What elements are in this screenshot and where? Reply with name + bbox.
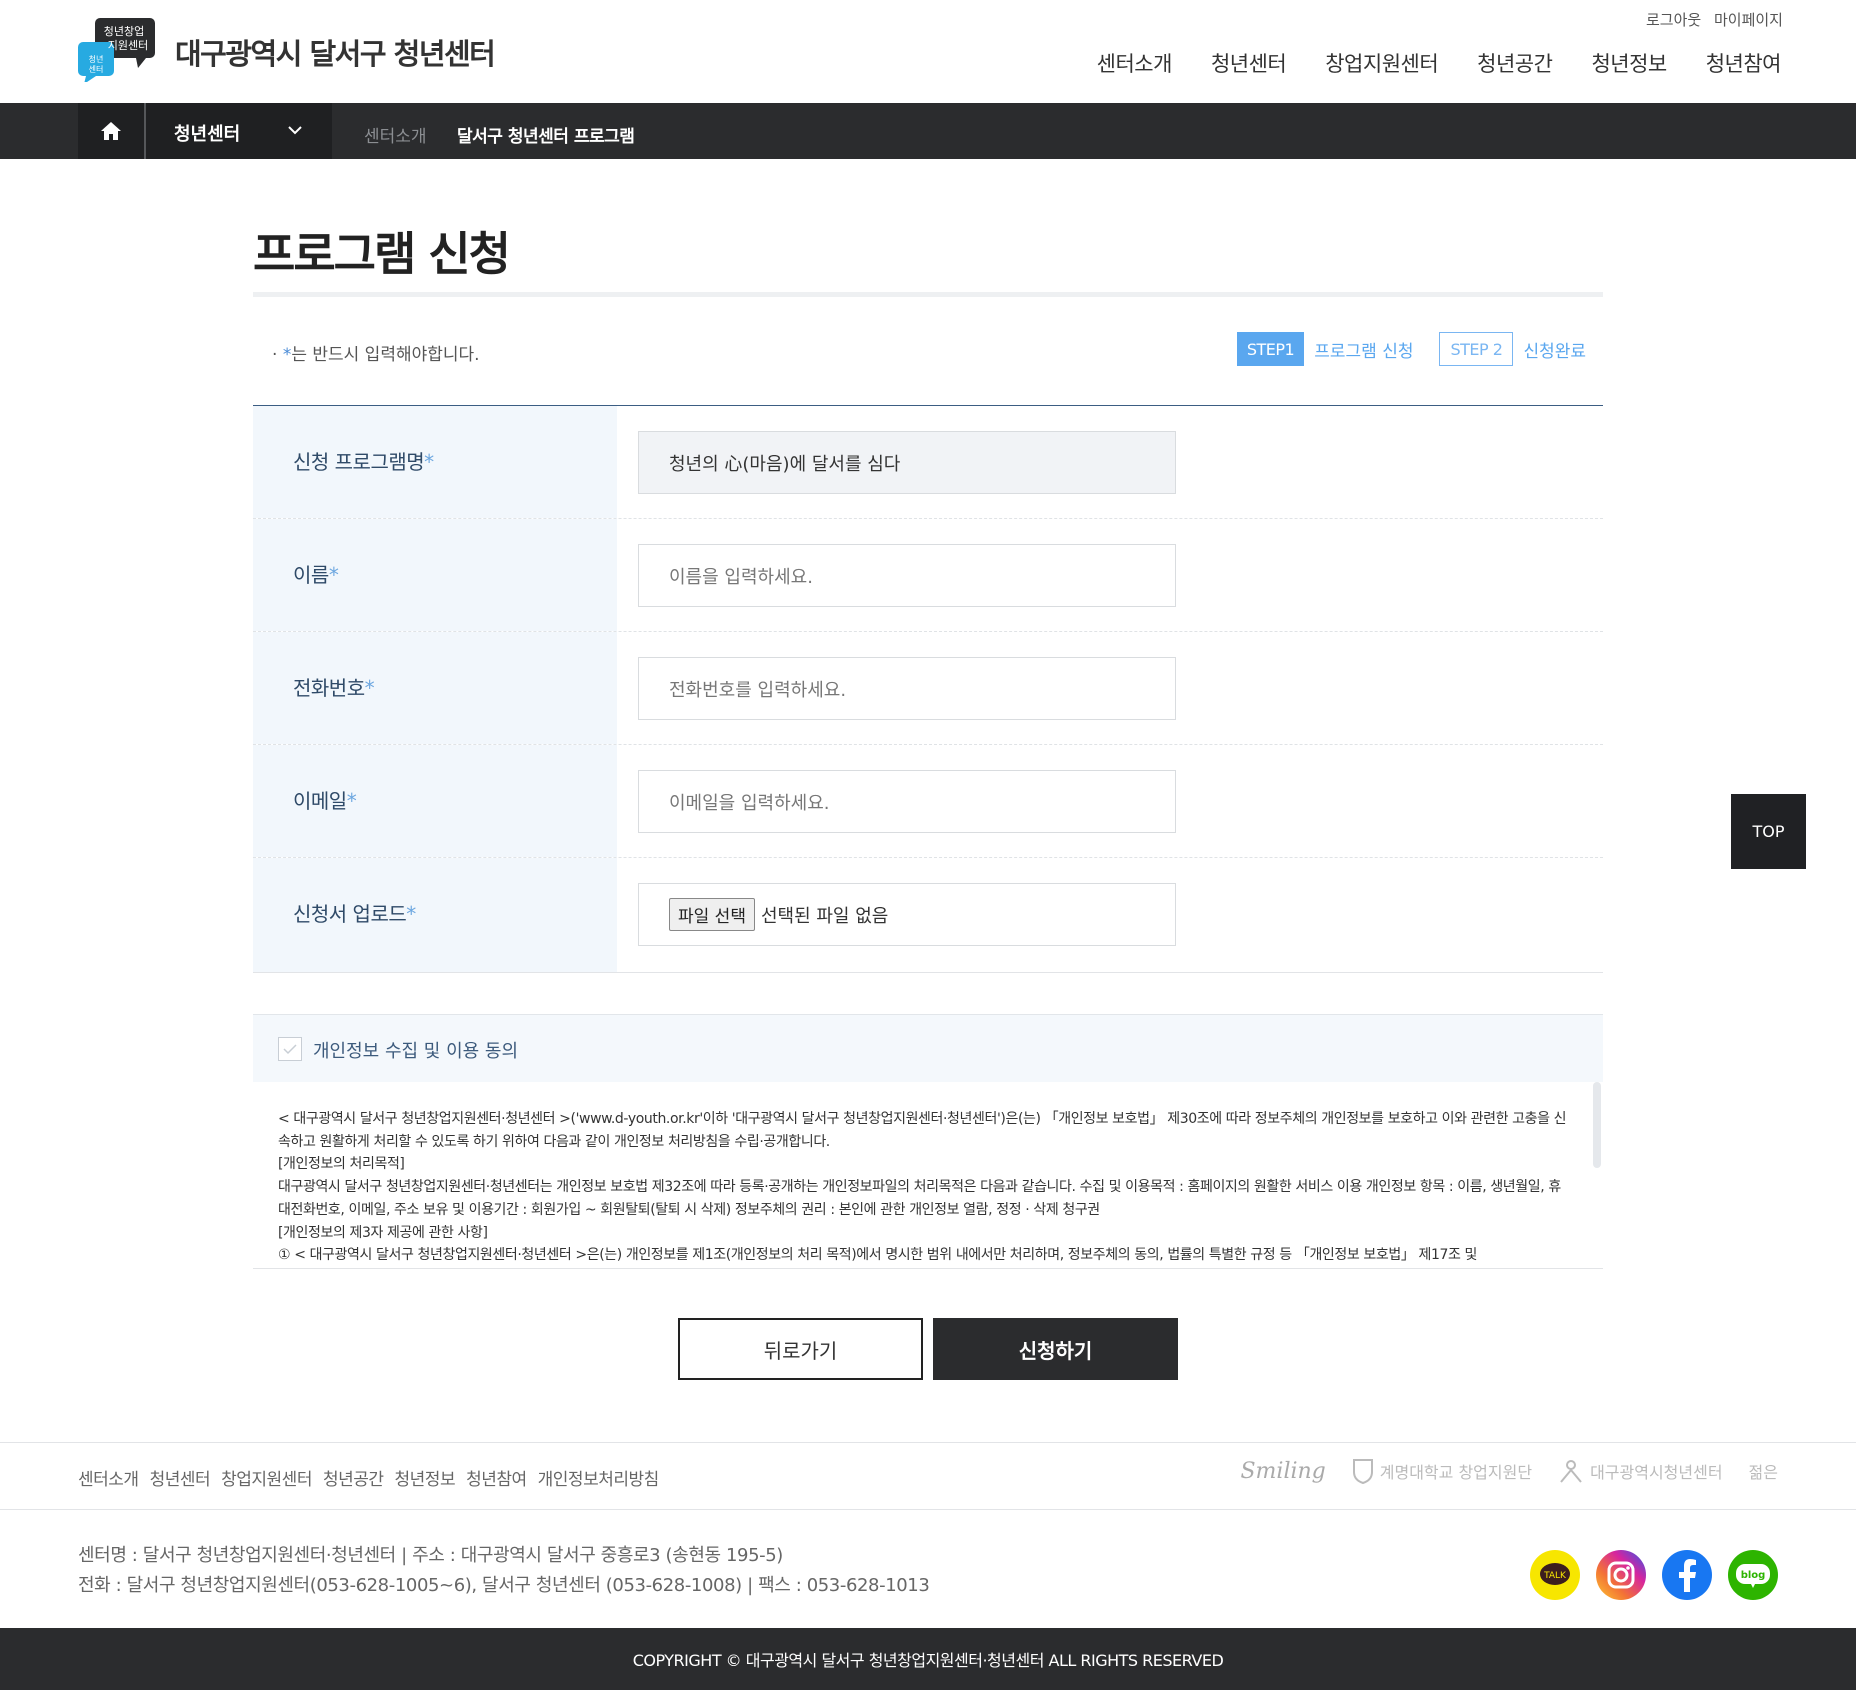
sns-links: TALK blog xyxy=(1530,1550,1778,1600)
footer-link[interactable]: 창업지원센터 xyxy=(221,1465,312,1490)
file-status: 선택된 파일 없음 xyxy=(760,905,889,927)
mypage-link[interactable]: 마이페이지 xyxy=(1714,11,1783,29)
page-title: 프로그램 신청 xyxy=(253,227,511,281)
privacy-consent-bar: 개인정보 수집 및 이용 동의 xyxy=(253,1014,1603,1082)
home-button[interactable] xyxy=(78,103,144,159)
footer-link-privacy[interactable]: 개인정보처리방침 xyxy=(538,1465,660,1490)
program-name-field: 청년의 心(마음)에 달서를 심다 xyxy=(638,431,1176,494)
partner-daegu-youth-logo[interactable]: 대구광역시청년센터 xyxy=(1558,1458,1723,1484)
partner-young-logo[interactable]: 젊은 xyxy=(1749,1459,1778,1483)
footer-link[interactable]: 청년센터 xyxy=(150,1465,211,1490)
application-form: 신청 프로그램명* 청년의 心(마음)에 달서를 심다 이름* 이름을 입력하세… xyxy=(253,405,1603,973)
site-title[interactable]: 대구광역시 달서구 청년센터 xyxy=(175,31,496,73)
kakaotalk-icon[interactable]: TALK xyxy=(1530,1550,1580,1600)
footer-link[interactable]: 청년공간 xyxy=(323,1465,384,1490)
footer-divider xyxy=(0,1509,1856,1510)
main-nav: 센터소개 청년센터 창업지원센터 청년공간 청년정보 청년참여 xyxy=(1097,48,1782,78)
footer-link[interactable]: 청년정보 xyxy=(395,1465,456,1490)
program-name-label: 신청 프로그램명* xyxy=(253,406,617,518)
email-input[interactable]: 이메일을 입력하세요. xyxy=(638,770,1176,833)
nav-item-youth-participation[interactable]: 청년참여 xyxy=(1706,48,1782,78)
svg-text:지원센터: 지원센터 xyxy=(108,39,148,52)
title-divider xyxy=(253,292,1603,297)
footer-links: 센터소개 청년센터 창업지원센터 청년공간 청년정보 청년참여 개인정보처리방침 xyxy=(78,1465,659,1490)
partner-smiling-logo[interactable]: Smiling xyxy=(1240,1459,1325,1484)
privacy-policy-text: < 대구광역시 달서구 청년창업지원센터·청년센터 >('www.d-youth… xyxy=(278,1111,1567,1264)
step1-label: 프로그램 신청 xyxy=(1314,341,1414,362)
svg-text:blog: blog xyxy=(1741,1570,1766,1581)
step1-badge: STEP1 xyxy=(1236,332,1305,366)
partner-keimyung-logo[interactable]: 계명대학교 창업지원단 xyxy=(1352,1458,1532,1484)
facebook-icon[interactable] xyxy=(1662,1550,1712,1600)
privacy-consent-label[interactable]: 개인정보 수집 및 이용 동의 xyxy=(313,1037,518,1063)
nav-item-youth-center[interactable]: 청년센터 xyxy=(1211,48,1287,78)
emblem-icon xyxy=(1352,1459,1373,1484)
required-note: · *는 반드시 입력해야합니다. xyxy=(272,345,480,365)
back-button[interactable]: 뒤로가기 xyxy=(678,1318,923,1380)
copyright-bar: COPYRIGHT © 대구광역시 달서구 청년창업지원센터·청년센터 ALL … xyxy=(0,1628,1856,1690)
step2-badge: STEP 2 xyxy=(1439,332,1514,366)
logo-icon[interactable]: 청년창업 지원센터 청년 센터 xyxy=(78,18,158,82)
utility-menu: 로그아웃 마이페이지 xyxy=(1638,9,1783,30)
nav-item-startup-center[interactable]: 창업지원센터 xyxy=(1325,48,1438,78)
logout-link[interactable]: 로그아웃 xyxy=(1646,11,1701,29)
upload-label: 신청서 업로드* xyxy=(253,858,617,972)
phone-label: 전화번호* xyxy=(253,632,617,744)
file-select-button[interactable]: 파일 선택 xyxy=(669,898,755,931)
name-label: 이름* xyxy=(253,519,617,631)
sub-navigation: 청년센터 센터소개 달서구 청년센터 프로그램 xyxy=(0,103,1856,159)
name-input[interactable]: 이름을 입력하세요. xyxy=(638,544,1176,607)
form-row-upload: 신청서 업로드* 파일 선택 선택된 파일 없음 xyxy=(253,858,1603,972)
breadcrumb-parent[interactable]: 센터소개 xyxy=(364,122,427,147)
home-icon xyxy=(101,122,121,140)
instagram-icon[interactable] xyxy=(1596,1550,1646,1600)
footer-link[interactable]: 센터소개 xyxy=(78,1465,139,1490)
partner-logos: Smiling 계명대학교 창업지원단 대구광역시청년센터 젊은 xyxy=(1240,1458,1778,1484)
footer-info: 센터명 : 달서구 청년창업지원센터·청년센터 | 주소 : 대구광역시 달서구… xyxy=(78,1545,930,1596)
youth-emblem-icon xyxy=(1560,1460,1582,1483)
section-select[interactable]: 청년센터 xyxy=(146,103,332,159)
form-row-name: 이름* 이름을 입력하세요. xyxy=(253,519,1603,632)
scroll-top-button[interactable]: TOP xyxy=(1731,794,1806,869)
form-row-phone: 전화번호* 전화번호를 입력하세요. xyxy=(253,632,1603,745)
step2-label: 신청완료 xyxy=(1523,341,1586,362)
apply-button[interactable]: 신청하기 xyxy=(933,1318,1178,1380)
svg-text:청년창업: 청년창업 xyxy=(104,25,144,38)
site-header: 청년창업 지원센터 청년 센터 대구광역시 달서구 청년센터 로그아웃 마이페이… xyxy=(0,0,1856,103)
form-row-email: 이메일* 이메일을 입력하세요. xyxy=(253,745,1603,858)
step-indicator: STEP1 프로그램 신청 STEP 2 신청완료 xyxy=(1236,332,1586,366)
breadcrumb-current: 달서구 청년센터 프로그램 xyxy=(457,127,635,147)
privacy-consent-checkbox[interactable] xyxy=(278,1037,302,1061)
check-icon xyxy=(283,1044,297,1055)
nav-item-center-intro[interactable]: 센터소개 xyxy=(1097,48,1173,78)
blog-icon[interactable]: blog xyxy=(1728,1550,1778,1600)
form-row-program: 신청 프로그램명* 청년의 心(마음)에 달서를 심다 xyxy=(253,406,1603,519)
footer-link[interactable]: 청년참여 xyxy=(466,1465,527,1490)
nav-item-youth-space[interactable]: 청년공간 xyxy=(1477,48,1553,78)
svg-text:센터: 센터 xyxy=(89,64,104,74)
footer-divider xyxy=(0,1442,1856,1443)
nav-item-youth-info[interactable]: 청년정보 xyxy=(1591,48,1667,78)
policy-scrollbar[interactable] xyxy=(1593,1082,1601,1168)
svg-text:TALK: TALK xyxy=(1543,1571,1567,1581)
phone-input[interactable]: 전화번호를 입력하세요. xyxy=(638,657,1176,720)
file-upload-field: 파일 선택 선택된 파일 없음 xyxy=(638,883,1176,946)
svg-text:청년: 청년 xyxy=(89,54,104,64)
section-select-label: 청년센터 xyxy=(174,124,241,145)
chevron-down-icon xyxy=(288,126,302,135)
privacy-policy-box[interactable]: < 대구광역시 달서구 청년창업지원센터·청년센터 >('www.d-youth… xyxy=(253,1082,1603,1269)
email-label: 이메일* xyxy=(253,745,617,857)
